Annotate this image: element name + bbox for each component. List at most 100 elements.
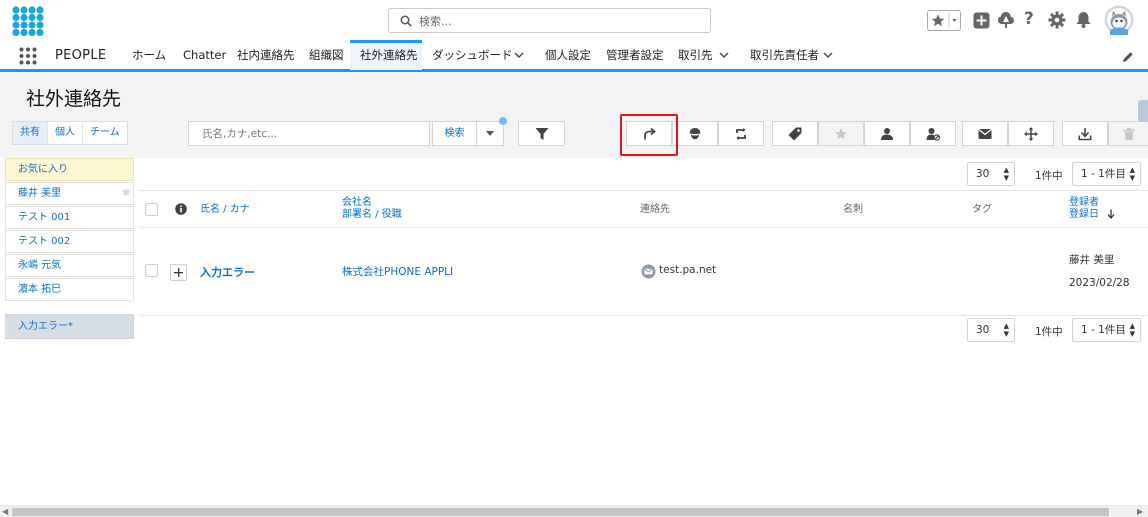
business-card-owner-button[interactable] (672, 121, 718, 146)
scope-tab-personal[interactable]: 個人 (48, 122, 83, 144)
tab-account-contacts[interactable]: 取引先責任者 (750, 40, 819, 70)
tab-home[interactable]: ホーム (132, 40, 166, 70)
tab-dashboard[interactable]: ダッシュボード (432, 40, 513, 70)
page-range-select-bottom[interactable]: 1 - 1件目 ▲ ▼ (1072, 318, 1141, 342)
scope-tabs: 共有 個人 チーム (12, 121, 128, 145)
left-list-item[interactable]: 永嶋 元気 (5, 254, 134, 277)
scrollbar-thumb[interactable] (12, 508, 1109, 516)
scroll-right-icon[interactable]: ▶ (1137, 507, 1143, 516)
chevron-down-icon[interactable] (823, 52, 833, 59)
contact-name-link[interactable]: 入力エラー (200, 264, 255, 280)
side-panel-toggle[interactable] (1138, 100, 1148, 122)
favorites-header[interactable]: お気に入り (5, 158, 134, 181)
scope-tab-team[interactable]: チーム (83, 122, 127, 144)
page-title: 社外連絡先 (26, 88, 122, 110)
left-list-item[interactable]: テスト 001 (5, 206, 134, 229)
per-page-select-top[interactable]: 30 ▲ ▼ (967, 162, 1015, 186)
gear-icon[interactable] (1048, 11, 1066, 29)
bell-icon[interactable] (1075, 11, 1092, 29)
global-search-input[interactable] (419, 12, 699, 30)
divider (138, 315, 1148, 316)
registrant-name: 藤井 美里 (1069, 254, 1115, 266)
horizontal-scrollbar[interactable]: ◀ ▶ (0, 505, 1148, 517)
row-checkbox[interactable] (145, 264, 158, 277)
left-list-item[interactable]: テスト 002 (5, 230, 134, 253)
move-button[interactable] (1008, 121, 1054, 146)
updown-icon: ▲ ▼ (1129, 322, 1135, 338)
sort-down-arrow-icon[interactable] (1107, 209, 1115, 219)
caret-down-icon (486, 131, 494, 136)
mail-icon[interactable] (641, 264, 656, 279)
page-range-value: 1 - 1件目 (1081, 168, 1126, 180)
app-navigation-bar: PEOPLE ホーム Chatter 社内連絡先 組織図 社外連絡先 ダッシュボ… (0, 40, 1148, 72)
scope-tab-shared[interactable]: 共有 (13, 122, 48, 144)
info-icon[interactable] (175, 203, 187, 215)
company-name-link[interactable]: 株式会社PHONE APPLI (342, 264, 453, 279)
updown-icon: ▲ ▼ (1129, 166, 1135, 182)
updown-icon: ▲ ▼ (1003, 166, 1009, 182)
chevron-down-icon[interactable] (719, 52, 729, 59)
per-page-value: 30 (976, 324, 990, 336)
user-icon (881, 127, 893, 140)
email-button[interactable] (962, 121, 1008, 146)
filter-button[interactable] (518, 121, 565, 146)
tab-org-chart[interactable]: 組織図 (309, 40, 344, 70)
column-header-contact: 連絡先 (640, 204, 670, 215)
per-page-select-bottom[interactable]: 30 ▲ ▼ (967, 318, 1015, 342)
search-button[interactable]: 検索 (432, 121, 477, 146)
user-settings-button[interactable] (910, 121, 956, 146)
global-actions-plus-icon[interactable] (973, 12, 990, 29)
app-logo[interactable] (12, 6, 44, 36)
chevron-down-icon[interactable] (514, 52, 524, 59)
column-header-registered-date[interactable]: 登録日 (1069, 208, 1099, 221)
exchange-button[interactable] (718, 121, 764, 146)
mail-icon (978, 128, 992, 139)
tab-external-contacts[interactable]: 社外連絡先 (350, 40, 422, 70)
divider (138, 227, 1148, 228)
swap-icon (736, 127, 746, 140)
download-button[interactable] (1062, 121, 1108, 146)
error-filter-item[interactable]: 入力エラー* (5, 314, 134, 339)
tab-internal-contacts[interactable]: 社内連絡先 (237, 40, 295, 70)
tab-accounts[interactable]: 取引先 (678, 40, 713, 70)
edit-pencil-icon[interactable] (1122, 51, 1134, 63)
help-icon[interactable]: ? (1024, 10, 1034, 28)
page-range-value: 1 - 1件目 (1081, 324, 1126, 336)
left-list-item[interactable]: 濵本 拓巳 (5, 278, 134, 301)
favorites-star-icon[interactable] (927, 10, 961, 31)
name-search-input[interactable] (188, 121, 430, 146)
avatar[interactable] (1104, 5, 1134, 35)
global-search[interactable] (388, 8, 711, 33)
tag-button[interactable] (772, 121, 818, 146)
plus-icon (174, 268, 183, 277)
left-list-item[interactable]: 藤井 美里 ❄ (5, 182, 134, 205)
tab-personal-settings[interactable]: 個人設定 (545, 40, 591, 70)
search-options-dropdown[interactable] (477, 121, 504, 146)
updown-icon: ▲ ▼ (1003, 322, 1009, 338)
global-header: ? (0, 0, 1148, 40)
registered-date: 2023/02/28 (1069, 277, 1130, 289)
column-header-name[interactable]: 氏名 / カナ (200, 203, 250, 216)
move-arrows-icon (1024, 126, 1038, 141)
app-launcher-icon[interactable] (19, 47, 37, 65)
tag-icon (788, 127, 802, 140)
trailhead-icon[interactable] (997, 11, 1015, 29)
assign-owner-button[interactable] (864, 121, 910, 146)
user-block-icon (926, 127, 940, 140)
delete-button[interactable] (1108, 121, 1148, 146)
left-list-item-label: 藤井 美里 (18, 188, 62, 199)
per-page-value: 30 (976, 168, 990, 180)
divider (138, 190, 1148, 191)
filter-icon (535, 127, 548, 140)
tab-chatter[interactable]: Chatter (183, 40, 226, 70)
select-all-checkbox[interactable] (145, 203, 158, 216)
app-name: PEOPLE (55, 48, 107, 63)
scroll-left-icon[interactable]: ◀ (2, 507, 8, 516)
column-header-department[interactable]: 部署名 / 役職 (342, 208, 402, 221)
favorite-button[interactable] (818, 121, 864, 146)
snowflake-icon: ❄ (122, 188, 131, 199)
tab-admin-settings[interactable]: 管理者設定 (606, 40, 664, 70)
expand-row-button[interactable] (170, 264, 187, 281)
page-range-select-top[interactable]: 1 - 1件目 ▲ ▼ (1072, 162, 1141, 186)
email-link[interactable]: test.pa.net (659, 264, 716, 276)
